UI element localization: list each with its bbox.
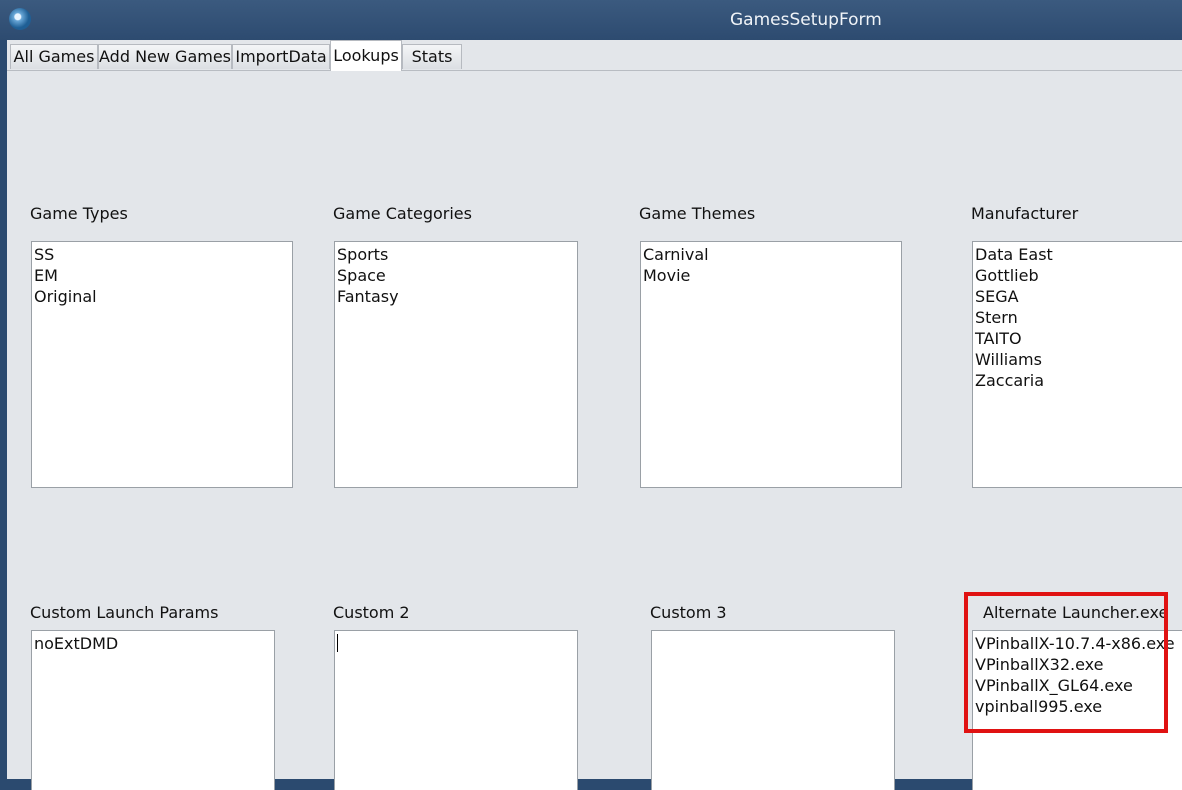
list-item[interactable]: Fantasy — [337, 286, 575, 307]
custom3-label: Custom 3 — [650, 603, 727, 622]
list-item[interactable]: EM — [34, 265, 290, 286]
tab-import-data[interactable]: ImportData — [232, 44, 330, 69]
list-item[interactable]: noExtDMD — [34, 633, 272, 654]
tab-add-new-games[interactable]: Add New Games — [98, 44, 232, 69]
list-item[interactable]: Data East — [975, 244, 1182, 265]
tab-strip: All Games Add New Games ImportData Looku… — [7, 40, 1182, 71]
manufacturer-list[interactable]: Data East Gottlieb SEGA Stern TAITO Will… — [972, 241, 1182, 488]
app-icon[interactable] — [9, 8, 31, 30]
list-item[interactable]: Movie — [643, 265, 899, 286]
list-item[interactable]: Gottlieb — [975, 265, 1182, 286]
title-bar: GamesSetupForm — [0, 0, 1182, 40]
tab-all-games[interactable]: All Games — [10, 44, 98, 69]
game-types-label: Game Types — [30, 204, 128, 223]
form-client-area: All Games Add New Games ImportData Looku… — [7, 40, 1182, 790]
game-categories-label: Game Categories — [333, 204, 472, 223]
highlight-box — [964, 592, 1168, 733]
custom3-list[interactable] — [651, 630, 895, 790]
window-title: GamesSetupForm — [730, 10, 882, 30]
list-item[interactable]: Carnival — [643, 244, 899, 265]
manufacturer-label: Manufacturer — [971, 204, 1079, 223]
tab-stats[interactable]: Stats — [402, 44, 462, 69]
list-item[interactable]: Zaccaria — [975, 370, 1182, 391]
list-item[interactable]: Stern — [975, 307, 1182, 328]
custom-launch-params-label: Custom Launch Params — [30, 603, 219, 622]
game-categories-list[interactable]: Sports Space Fantasy — [334, 241, 578, 488]
custom2-input[interactable] — [334, 630, 578, 790]
list-item[interactable]: SEGA — [975, 286, 1182, 307]
list-item[interactable]: SS — [34, 244, 290, 265]
custom-launch-params-list[interactable]: noExtDMD — [31, 630, 275, 790]
game-types-list[interactable]: SS EM Original — [31, 241, 293, 488]
list-item[interactable]: Sports — [337, 244, 575, 265]
text-caret — [337, 634, 338, 652]
list-item[interactable]: Space — [337, 265, 575, 286]
list-item[interactable]: Original — [34, 286, 290, 307]
list-item[interactable]: Williams — [975, 349, 1182, 370]
game-themes-label: Game Themes — [639, 204, 756, 223]
custom2-label: Custom 2 — [333, 603, 410, 622]
game-themes-list[interactable]: Carnival Movie — [640, 241, 902, 488]
list-item[interactable]: TAITO — [975, 328, 1182, 349]
tab-lookups[interactable]: Lookups — [330, 40, 402, 71]
